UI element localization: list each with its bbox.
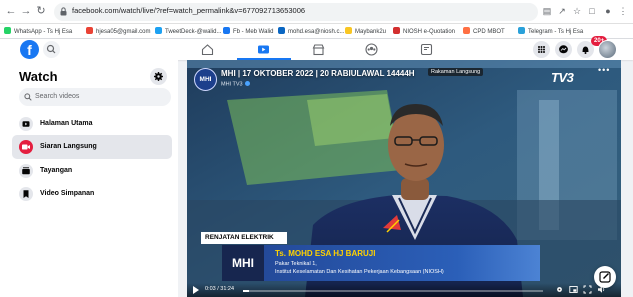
marketplace-icon bbox=[312, 44, 325, 56]
whatsapp-icon bbox=[4, 27, 11, 34]
cpd-icon bbox=[463, 27, 470, 34]
gear-icon[interactable] bbox=[150, 68, 167, 85]
guest-role: Pakar Teknikal 1, bbox=[275, 261, 317, 267]
sidepanel-icon[interactable]: □ bbox=[586, 5, 598, 17]
share-icon[interactable]: ↗ bbox=[556, 5, 568, 17]
tweetdeck-icon bbox=[155, 27, 162, 34]
bookmark-item[interactable]: Telegram - Ts Hj Esa bbox=[518, 27, 583, 37]
bookmark-item[interactable]: NIOSH e-Quotation bbox=[393, 27, 455, 37]
segment-label: RENJATAN ELEKTRIK bbox=[201, 232, 287, 244]
gmail-icon bbox=[86, 27, 93, 34]
bookmark-item[interactable]: Fb - Meb Walid bbox=[223, 27, 273, 37]
more-options-icon[interactable]: ••• bbox=[598, 65, 610, 75]
outlook-icon bbox=[278, 27, 285, 34]
video-title: MHI | 17 OKTOBER 2022 | 20 RABIULAWAL 14… bbox=[221, 69, 415, 78]
star-icon[interactable]: ☆ bbox=[571, 5, 583, 17]
reload-icon[interactable]: ↻ bbox=[34, 4, 48, 18]
menu-icon[interactable]: ⋮ bbox=[617, 5, 629, 17]
search-input[interactable]: Search videos bbox=[19, 88, 171, 106]
bookmark-item[interactable]: CPD MBOT bbox=[463, 27, 505, 37]
compose-icon bbox=[599, 271, 611, 283]
tab-home[interactable] bbox=[181, 39, 235, 60]
forward-icon[interactable]: → bbox=[19, 4, 33, 18]
gaming-icon bbox=[420, 43, 433, 56]
profile-icon[interactable]: ● bbox=[602, 5, 614, 17]
video-controls: 0:03 / 31:24 bbox=[187, 283, 621, 297]
tab-marketplace[interactable] bbox=[292, 39, 346, 60]
watch-icon bbox=[258, 45, 269, 54]
bookmark-item[interactable]: Maybank2u bbox=[345, 27, 386, 37]
browser-toolbar: ← → ↻ facebook.com/watch/live/?ref=watch… bbox=[0, 0, 633, 24]
bookmark-item[interactable]: WhatsApp - Ts Hj Esa bbox=[4, 27, 72, 37]
video-channel[interactable]: MHI TV3 bbox=[221, 81, 250, 88]
lower-third: Ts. MOHD ESA HJ BARUJI Pakar Teknikal 1,… bbox=[264, 245, 540, 281]
translate-icon[interactable]: ▤ bbox=[541, 5, 553, 17]
verified-icon bbox=[244, 81, 250, 86]
search-icon[interactable] bbox=[43, 41, 60, 58]
back-icon[interactable]: ← bbox=[4, 4, 18, 18]
tv3-logo: TV3 bbox=[551, 70, 574, 85]
sidebar-item-home[interactable]: Halaman Utama bbox=[12, 112, 172, 136]
groups-icon bbox=[365, 43, 378, 56]
bookmark-icon bbox=[19, 187, 33, 201]
tab-watch[interactable] bbox=[237, 39, 291, 60]
messenger-icon[interactable] bbox=[555, 41, 572, 58]
url-text: facebook.com/watch/live/?ref=watch_perma… bbox=[72, 6, 306, 15]
fullscreen-icon[interactable] bbox=[583, 285, 592, 294]
home-play-icon bbox=[19, 117, 33, 131]
lock-icon bbox=[60, 7, 67, 16]
bookmark-item[interactable]: hjesa05@gmail.com bbox=[86, 27, 150, 37]
progress-bar[interactable] bbox=[243, 290, 543, 292]
niosh-icon bbox=[393, 27, 400, 34]
tab-groups[interactable] bbox=[345, 39, 399, 60]
lower-third-logo: MHI bbox=[222, 245, 264, 281]
video-time: 0:03 / 31:24 bbox=[205, 286, 235, 292]
maybank-icon bbox=[345, 27, 352, 34]
avatar[interactable] bbox=[598, 40, 617, 59]
live-icon bbox=[19, 140, 33, 154]
guest-organization: Institut Keselamatan Dan Kesihatan Peker… bbox=[275, 269, 444, 275]
guest-name: Ts. MOHD ESA HJ BARUJI bbox=[275, 249, 376, 258]
address-bar[interactable]: facebook.com/watch/live/?ref=watch_perma… bbox=[54, 3, 538, 21]
tab-gaming[interactable] bbox=[400, 39, 454, 60]
channel-logo[interactable]: MHI bbox=[194, 68, 217, 91]
home-icon bbox=[201, 44, 214, 56]
sidebar-item-saved[interactable]: Video Simpanan bbox=[12, 182, 172, 206]
progress-fill bbox=[243, 290, 249, 292]
settings-icon[interactable] bbox=[555, 285, 564, 294]
facebook-icon bbox=[223, 27, 230, 34]
facebook-header: f 20+ bbox=[0, 36, 633, 60]
telegram-icon bbox=[518, 27, 525, 34]
bookmark-item[interactable]: TweetDeck-@walid... bbox=[155, 27, 221, 37]
page-title: Watch bbox=[19, 69, 58, 84]
watch-sidebar: Watch Search videos Halaman Utama Siaran… bbox=[0, 60, 178, 297]
facebook-logo[interactable]: f bbox=[20, 40, 39, 59]
sidebar-item-live[interactable]: Siaran Langsung bbox=[12, 135, 172, 159]
miniplayer-icon[interactable] bbox=[569, 285, 578, 294]
bookmarks-bar: WhatsApp - Ts Hj Esa hjesa05@gmail.com T… bbox=[0, 24, 633, 39]
live-recording-badge: Rakaman Langsung bbox=[428, 68, 484, 76]
bookmark-item[interactable]: mohd.esa@niosh.c... bbox=[278, 27, 344, 37]
play-icon[interactable] bbox=[193, 286, 199, 294]
sidebar-item-shows[interactable]: Tayangan bbox=[12, 159, 172, 183]
new-message-button[interactable] bbox=[594, 266, 616, 288]
video-player[interactable]: NIOSH MHI MHI | 17 OKTOBER 2022 | 20 RAB… bbox=[187, 60, 621, 297]
search-placeholder: Search videos bbox=[35, 93, 80, 100]
search-icon bbox=[24, 93, 32, 101]
menu-grid-icon[interactable] bbox=[533, 41, 550, 58]
shows-icon bbox=[19, 164, 33, 178]
